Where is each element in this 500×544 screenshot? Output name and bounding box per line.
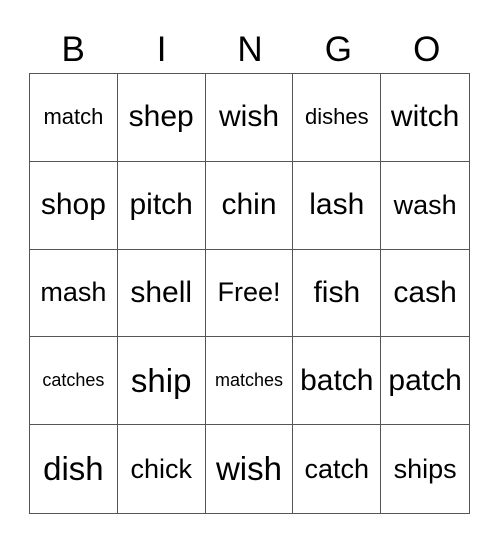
header-letter-n: N (237, 30, 263, 69)
bingo-cell[interactable]: witch (381, 74, 469, 162)
header-letter-g: G (324, 30, 352, 69)
bingo-cell[interactable]: dishes (293, 74, 382, 162)
bingo-cell[interactable]: catch (293, 425, 382, 513)
bingo-cell[interactable]: catches (30, 337, 118, 426)
header-letter-o: O (413, 30, 441, 69)
bingo-cell[interactable]: ships (381, 425, 469, 513)
bingo-cell[interactable]: dish (30, 425, 118, 513)
bingo-cell[interactable]: shell (117, 249, 206, 338)
free-space-cell[interactable]: Free! (205, 249, 294, 338)
bingo-cell[interactable]: chin (205, 161, 294, 250)
bingo-cell[interactable]: fish (293, 249, 382, 338)
bingo-cell[interactable]: match (30, 74, 118, 162)
bingo-cell[interactable]: chick (118, 425, 206, 513)
bingo-header: B I N G O (29, 30, 471, 70)
bingo-cell[interactable]: wish (205, 74, 294, 162)
bingo-cell[interactable]: lash (293, 161, 382, 250)
bingo-cell[interactable]: batch (293, 337, 382, 426)
bingo-grid: match shep wish dishes witch shop pitch … (29, 73, 470, 514)
header-letter-i: I (156, 30, 167, 69)
bingo-cell[interactable]: shep (117, 74, 206, 162)
bingo-cell[interactable]: ship (117, 337, 206, 426)
bingo-cell[interactable]: mash (30, 249, 118, 338)
bingo-cell[interactable]: matches (205, 337, 294, 426)
bingo-cell[interactable]: cash (381, 250, 469, 338)
bingo-cell[interactable]: shop (30, 161, 118, 250)
bingo-cell[interactable]: patch (381, 337, 469, 426)
bingo-cell[interactable]: wish (206, 425, 294, 513)
bingo-cell[interactable]: pitch (117, 161, 206, 250)
bingo-cell[interactable]: wash (381, 162, 469, 250)
header-letter-b: B (61, 30, 85, 69)
